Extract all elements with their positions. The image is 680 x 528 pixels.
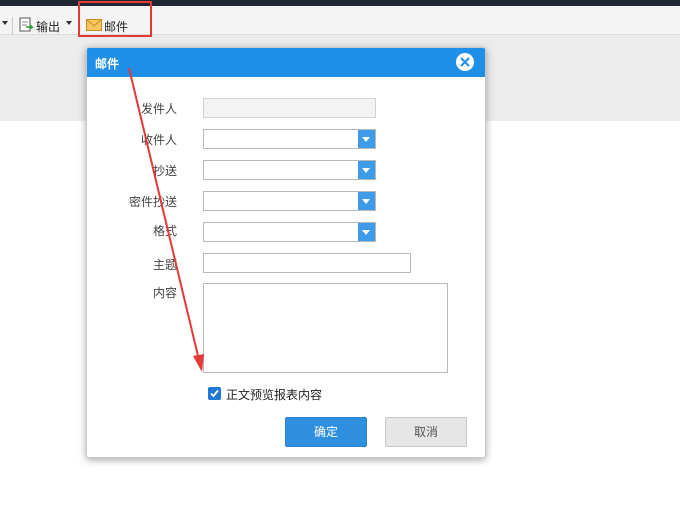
chevron-down-icon — [362, 230, 370, 235]
export-button-label[interactable]: 输出 — [36, 18, 60, 35]
sender-label: 发件人 — [140, 102, 177, 116]
sender-field — [203, 98, 376, 118]
format-combo[interactable] — [203, 222, 376, 242]
format-label: 格式 — [152, 224, 177, 238]
cc-combo[interactable] — [203, 160, 376, 180]
preview-checkbox-label[interactable]: 正文预览报表内容 — [226, 386, 322, 403]
toolbar-separator — [12, 17, 13, 35]
chevron-down-icon — [362, 137, 370, 142]
recipient-combo[interactable] — [203, 129, 376, 149]
chevron-down-icon — [362, 168, 370, 173]
bcc-dropdown-button[interactable] — [358, 192, 375, 210]
chevron-down-icon — [362, 199, 370, 204]
chevron-down-icon[interactable] — [2, 21, 8, 25]
recipient-label: 收件人 — [140, 133, 177, 147]
recipient-dropdown-button[interactable] — [358, 130, 375, 148]
close-button[interactable] — [456, 53, 474, 71]
mail-dialog: 邮件 发件人 收件人 抄送 密件抄送 格式 主题 内容 正文预览报表内容 确定 … — [86, 47, 486, 458]
export-dropdown-chevron-icon[interactable] — [66, 21, 72, 25]
checkmark-icon — [210, 389, 219, 398]
dialog-title: 邮件 — [95, 57, 120, 71]
export-icon[interactable] — [19, 17, 34, 33]
ok-button[interactable]: 确定 — [285, 417, 367, 447]
close-icon — [460, 57, 470, 67]
preview-checkbox[interactable] — [208, 387, 221, 400]
subject-label: 主题 — [152, 258, 177, 272]
content-label: 内容 — [152, 286, 177, 300]
dialog-header: 邮件 — [87, 48, 485, 77]
cc-label: 抄送 — [152, 164, 177, 178]
subject-input[interactable] — [203, 253, 411, 273]
cancel-button[interactable]: 取消 — [385, 417, 467, 447]
bcc-combo[interactable] — [203, 191, 376, 211]
annotation-highlight-box — [78, 1, 152, 37]
content-textarea[interactable] — [203, 283, 448, 373]
format-dropdown-button[interactable] — [358, 223, 375, 241]
bcc-label: 密件抄送 — [128, 195, 177, 209]
cc-dropdown-button[interactable] — [358, 161, 375, 179]
